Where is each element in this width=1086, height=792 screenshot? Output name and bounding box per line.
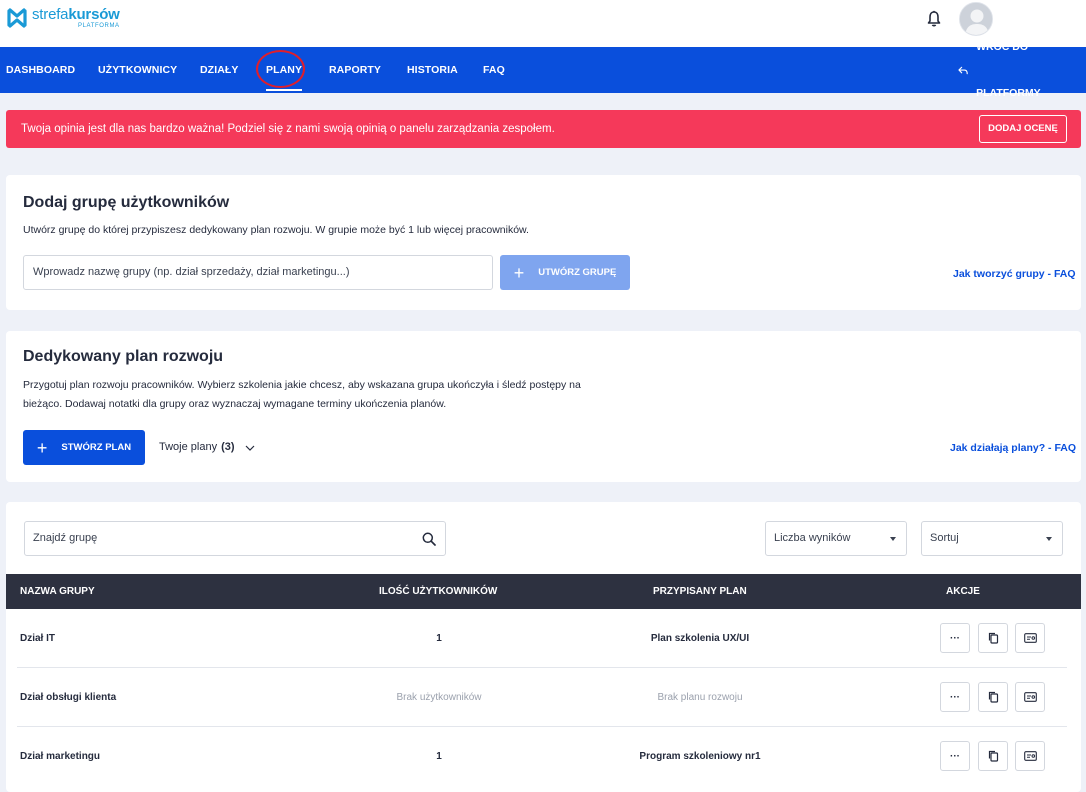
nav-departments[interactable]: DZIAŁY [200,47,239,93]
your-plans-dropdown[interactable]: Twoje plany (3) [159,430,255,465]
header-group-name[interactable]: NAZWA GRUPY [20,574,95,609]
group-name[interactable]: Dział obsługi klienta [20,668,116,727]
assign-plan-button[interactable] [1015,623,1045,653]
add-rating-button[interactable]: DODAJ OCENĘ [979,115,1067,143]
groups-faq-link[interactable]: Jak tworzyć grupy - FAQ [953,268,1076,280]
assign-plan-button[interactable] [1015,741,1045,771]
header-user-count[interactable]: ILOŚĆ UŻYTKOWNIKÓW [379,574,497,609]
bell-icon[interactable] [926,10,942,28]
user-count: 1 [436,633,442,644]
table-row: Dział marketingu 1 Program szkoleniowy n… [6,727,1081,786]
brand-name-bold: kursów [68,6,120,23]
create-plan-button[interactable]: + STWÓRZ PLAN [23,430,145,465]
copy-icon [988,632,998,644]
group-name[interactable]: Dział marketingu [20,727,100,786]
plus-icon: + [513,262,525,283]
user-count: 1 [436,751,442,762]
create-group-label: UTWÓRZ GRUPĘ [538,267,617,278]
your-plans-count: (3) [221,441,235,453]
highlight-circle [256,50,305,88]
nav-reports[interactable]: RAPORTY [329,47,381,93]
copy-icon [988,750,998,762]
main-nav: DASHBOARD UŻYTKOWNICY DZIAŁY PLANY RAPOR… [0,41,1086,99]
brand-logo[interactable]: strefakursów PLATFORMA [6,7,120,29]
caret-down-icon [890,537,896,541]
development-plan-title: Dedykowany plan rozwoju [23,348,224,365]
search-icon[interactable] [422,532,436,546]
add-group-description: Utwórz grupę do której przypiszesz dedyk… [23,224,529,236]
card-icon [1023,633,1037,643]
add-group-title: Dodaj grupę użytkowników [23,194,230,211]
back-to-platform-label: WRÓĆ DO PLATFORMY [976,41,1041,99]
card-icon [1023,692,1037,702]
assigned-plan: Brak planu rozwoju [657,692,743,703]
sort-select[interactable]: Sortuj [921,521,1063,556]
card-icon [1023,751,1037,761]
copy-icon [988,691,998,703]
chevron-down-icon [245,445,254,451]
table-row: Dział IT 1 Plan szkolenia UX/UI ··· [6,609,1081,668]
table-header: NAZWA GRUPY ILOŚĆ UŻYTKOWNIKÓW PRZYPISAN… [6,574,1081,609]
brand-subtitle: PLATFORMA [78,23,120,29]
assign-plan-button[interactable] [1015,682,1045,712]
plans-faq-link[interactable]: Jak działają plany? - FAQ [950,442,1076,454]
more-actions-button[interactable]: ··· [940,741,970,771]
your-plans-label: Twoje plany [159,441,218,453]
development-plan-description-2: bieżąco. Dodawaj notatki dla grupy oraz … [23,398,447,410]
nav-faq[interactable]: FAQ [483,47,505,93]
sort-label: Sortuj [930,532,959,544]
feedback-banner: Twoja opinia jest dla nas bardzo ważna! … [6,110,1081,148]
group-name-input[interactable]: Wprowadz nazwę grupy (np. dział sprzedaż… [23,255,493,290]
caret-down-icon [1046,537,1052,541]
create-group-button[interactable]: + UTWÓRZ GRUPĘ [500,255,630,290]
header-assigned-plan[interactable]: PRZYPISANY PLAN [653,574,747,609]
assigned-plan[interactable]: Program szkoleniowy nr1 [580,727,820,786]
copy-button[interactable] [978,741,1008,771]
development-plan-description-1: Przygotuj plan rozwoju pracowników. Wybi… [23,379,581,391]
create-plan-label: STWÓRZ PLAN [61,442,132,453]
plus-icon: + [36,437,48,458]
group-name[interactable]: Dział IT [20,609,55,668]
assigned-plan[interactable]: Plan szkolenia UX/UI [580,609,820,668]
user-count: Brak użytkowników [396,692,482,703]
nav-users[interactable]: UŻYTKOWNICY [98,47,177,93]
brand-name-light: strefa [32,6,69,23]
top-bar: strefakursów PLATFORMA [0,0,1086,47]
more-actions-button[interactable]: ··· [940,623,970,653]
development-plan-card: Dedykowany plan rozwoju Przygotuj plan r… [6,331,1081,482]
add-group-card: Dodaj grupę użytkowników Utwórz grupę do… [6,175,1081,310]
nav-history[interactable]: HISTORIA [407,47,458,93]
nav-dashboard[interactable]: DASHBOARD [6,47,75,93]
copy-button[interactable] [978,623,1008,653]
back-arrow-icon [958,66,968,74]
results-count-label: Liczba wyników [774,532,851,544]
more-actions-button[interactable]: ··· [940,682,970,712]
logo-icon [6,7,28,29]
group-search-placeholder: Znajdź grupę [33,532,98,544]
back-to-platform-link[interactable]: WRÓĆ DO PLATFORMY [958,41,1086,99]
results-count-select[interactable]: Liczba wyników [765,521,907,556]
feedback-banner-text: Twoja opinia jest dla nas bardzo ważna! … [21,123,555,135]
table-row: Dział obsługi klienta Brak użytkowników … [6,668,1081,727]
group-search-input[interactable]: Znajdź grupę [24,521,446,556]
header-actions: AKCJE [946,586,980,597]
copy-button[interactable] [978,682,1008,712]
groups-table-card: Znajdź grupę Liczba wyników Sortuj NAZWA… [6,502,1081,792]
